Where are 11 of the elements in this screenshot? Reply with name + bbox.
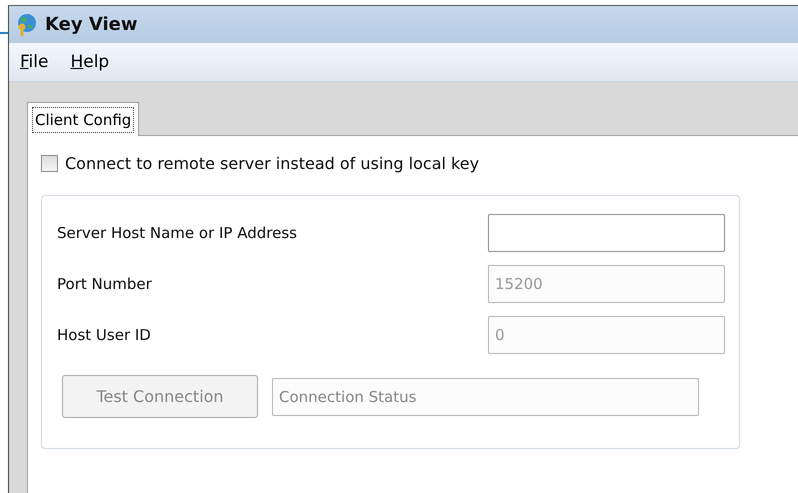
field-label: Port Number bbox=[57, 275, 152, 293]
checkbox[interactable] bbox=[41, 155, 58, 172]
tab[interactable]: Client Config bbox=[27, 102, 140, 136]
menu-item[interactable]: Help bbox=[62, 48, 118, 76]
window-title: Key View bbox=[45, 14, 138, 35]
field-label: Server Host Name or IP Address bbox=[57, 224, 297, 242]
field-label: Host User ID bbox=[57, 326, 151, 344]
checkbox-label[interactable]: Connect to remote server instead of using local key bbox=[65, 154, 480, 173]
input-field[interactable] bbox=[488, 214, 725, 252]
globe-key-icon bbox=[15, 12, 37, 36]
menu-item[interactable]: File bbox=[12, 48, 56, 76]
